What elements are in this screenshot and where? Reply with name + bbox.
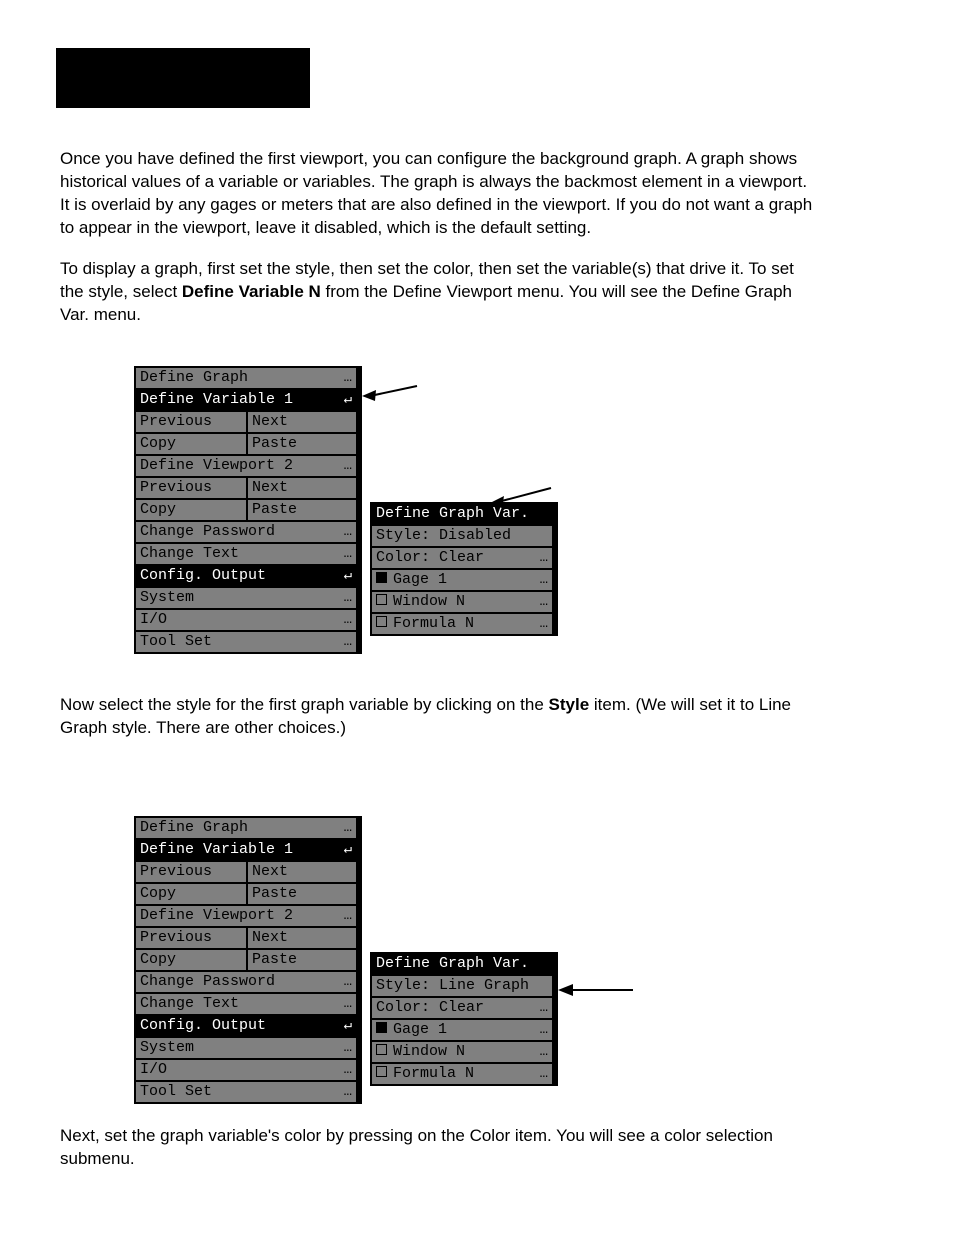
checkbox-empty-icon bbox=[376, 594, 387, 605]
ellipsis-icon: … bbox=[344, 1063, 352, 1077]
menu-item-tool-set[interactable]: Tool Set… bbox=[136, 1082, 356, 1102]
paragraph-b1: Now select the style for the first graph… bbox=[60, 694, 820, 740]
menu-item-define-variable[interactable]: Define Variable 1↵ bbox=[136, 840, 356, 860]
arrow-icon bbox=[362, 381, 422, 411]
menu-item-paste-2[interactable]: Paste bbox=[246, 950, 356, 970]
enter-icon: ↵ bbox=[344, 843, 352, 857]
menu-item-change-text[interactable]: Change Text… bbox=[136, 994, 356, 1014]
menu-item-define-viewport[interactable]: Define Viewport 2… bbox=[136, 906, 356, 926]
submenu-item-window[interactable]: Window N… bbox=[372, 1042, 552, 1062]
menu-item-copy-2[interactable]: Copy bbox=[136, 500, 246, 520]
submenu-item-gage[interactable]: Gage 1… bbox=[372, 1020, 552, 1040]
menu-item-next[interactable]: Next bbox=[246, 412, 356, 432]
header-black-block bbox=[56, 48, 310, 108]
menu-item-next-2[interactable]: Next bbox=[246, 928, 356, 948]
menu-item-copy[interactable]: Copy bbox=[136, 434, 246, 454]
ellipsis-icon: … bbox=[344, 459, 352, 473]
submenu-title: Define Graph Var. bbox=[372, 504, 552, 524]
ellipsis-icon: … bbox=[540, 1045, 548, 1059]
ellipsis-icon: … bbox=[344, 613, 352, 627]
ellipsis-icon: … bbox=[540, 1001, 548, 1015]
paragraph-c1: Next, set the graph variable's color by … bbox=[60, 1125, 820, 1171]
submenu-title: Define Graph Var. bbox=[372, 954, 552, 974]
menu-item-define-variable[interactable]: Define Variable 1↵ bbox=[136, 390, 356, 410]
ellipsis-icon: … bbox=[540, 1023, 548, 1037]
submenu-item-window[interactable]: Window N… bbox=[372, 592, 552, 612]
menu-item-paste-2[interactable]: Paste bbox=[246, 500, 356, 520]
menu-item-change-password[interactable]: Change Password… bbox=[136, 972, 356, 992]
menu-item-next[interactable]: Next bbox=[246, 862, 356, 882]
submenu-item-style[interactable]: Style: Line Graph bbox=[372, 976, 552, 996]
menu-item-previous[interactable]: Previous bbox=[136, 862, 246, 882]
ellipsis-icon: … bbox=[540, 1067, 548, 1081]
ellipsis-icon: … bbox=[540, 595, 548, 609]
menu-item-previous-2[interactable]: Previous bbox=[136, 478, 246, 498]
ellipsis-icon: … bbox=[344, 821, 352, 835]
enter-icon: ↵ bbox=[344, 1019, 352, 1033]
body-text-a: Once you have defined the first viewport… bbox=[60, 148, 820, 345]
body-text-b: Now select the style for the first graph… bbox=[60, 694, 820, 758]
menu-item-previous-2[interactable]: Previous bbox=[136, 928, 246, 948]
submenu-item-color[interactable]: Color: Clear… bbox=[372, 548, 552, 568]
menu-item-io[interactable]: I/O… bbox=[136, 1060, 356, 1080]
checkbox-filled-icon bbox=[376, 1022, 387, 1033]
paragraph-a1: Once you have defined the first viewport… bbox=[60, 148, 820, 240]
menu-item-system[interactable]: System… bbox=[136, 1038, 356, 1058]
menu-item-io[interactable]: I/O… bbox=[136, 610, 356, 630]
menu-item-define-viewport[interactable]: Define Viewport 2… bbox=[136, 456, 356, 476]
submenu-item-style[interactable]: Style: Disabled bbox=[372, 526, 552, 546]
ellipsis-icon: … bbox=[344, 997, 352, 1011]
ellipsis-icon: … bbox=[344, 371, 352, 385]
ellipsis-icon: … bbox=[344, 975, 352, 989]
define-graph-var-menu-a: Define Graph Var. Style: Disabled Color:… bbox=[370, 502, 558, 636]
ellipsis-icon: … bbox=[344, 1041, 352, 1055]
checkbox-filled-icon bbox=[376, 572, 387, 583]
ellipsis-icon: … bbox=[344, 525, 352, 539]
menu-item-config-output[interactable]: Config. Output↵ bbox=[136, 566, 356, 586]
menu-item-copy[interactable]: Copy bbox=[136, 884, 246, 904]
menu-item-previous[interactable]: Previous bbox=[136, 412, 246, 432]
menu-item-tool-set[interactable]: Tool Set… bbox=[136, 632, 356, 652]
checkbox-empty-icon bbox=[376, 1066, 387, 1077]
ellipsis-icon: … bbox=[344, 591, 352, 605]
checkbox-empty-icon bbox=[376, 1044, 387, 1055]
ellipsis-icon: … bbox=[540, 617, 548, 631]
menu-item-config-output[interactable]: Config. Output↵ bbox=[136, 1016, 356, 1036]
submenu-item-color[interactable]: Color: Clear… bbox=[372, 998, 552, 1018]
ellipsis-icon: … bbox=[540, 551, 548, 565]
define-viewport-menu-b: Define Graph… Define Variable 1↵ Previou… bbox=[134, 816, 362, 1104]
menu-item-next-2[interactable]: Next bbox=[246, 478, 356, 498]
menu-item-change-password[interactable]: Change Password… bbox=[136, 522, 356, 542]
paragraph-a2: To display a graph, first set the style,… bbox=[60, 258, 820, 327]
ellipsis-icon: … bbox=[344, 635, 352, 649]
ellipsis-icon: … bbox=[344, 909, 352, 923]
ellipsis-icon: … bbox=[540, 573, 548, 587]
enter-icon: ↵ bbox=[344, 569, 352, 583]
arrow-icon bbox=[558, 978, 638, 1002]
menu-item-copy-2[interactable]: Copy bbox=[136, 950, 246, 970]
define-viewport-menu-a: Define Graph… Define Variable 1↵ Previou… bbox=[134, 366, 362, 654]
body-text-c: Next, set the graph variable's color by … bbox=[60, 1125, 820, 1189]
menu-item-paste[interactable]: Paste bbox=[246, 434, 356, 454]
menu-item-define-graph[interactable]: Define Graph… bbox=[136, 368, 356, 388]
submenu-item-formula[interactable]: Formula N… bbox=[372, 1064, 552, 1084]
submenu-item-formula[interactable]: Formula N… bbox=[372, 614, 552, 634]
enter-icon: ↵ bbox=[344, 393, 352, 407]
menu-item-paste[interactable]: Paste bbox=[246, 884, 356, 904]
submenu-item-gage[interactable]: Gage 1… bbox=[372, 570, 552, 590]
define-graph-var-menu-b: Define Graph Var. Style: Line Graph Colo… bbox=[370, 952, 558, 1086]
menu-item-system[interactable]: System… bbox=[136, 588, 356, 608]
checkbox-empty-icon bbox=[376, 616, 387, 627]
menu-item-define-graph[interactable]: Define Graph… bbox=[136, 818, 356, 838]
ellipsis-icon: … bbox=[344, 1085, 352, 1099]
ellipsis-icon: … bbox=[344, 547, 352, 561]
menu-item-change-text[interactable]: Change Text… bbox=[136, 544, 356, 564]
